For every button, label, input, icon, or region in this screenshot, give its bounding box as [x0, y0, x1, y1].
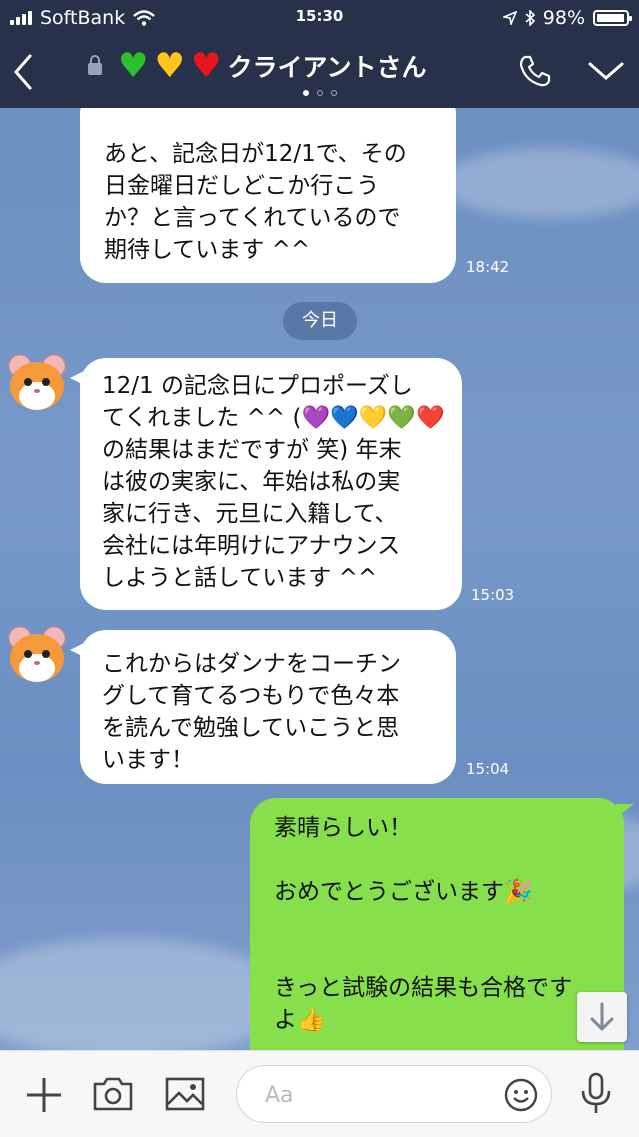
hamster-avatar-icon[interactable] — [6, 624, 68, 686]
contact-name: クライアントさん — [227, 53, 427, 82]
message-text: あと、記念日が12/1で、その 日金曜日だしどこか行こう か？と言ってくれている… — [104, 141, 407, 263]
chat-title[interactable]: ♥ ♥ ♥ クライアントさん — [88, 48, 426, 84]
plus-icon[interactable] — [24, 1075, 64, 1115]
mic-icon[interactable] — [578, 1071, 614, 1117]
battery-percent: 98% — [542, 7, 585, 29]
lock-icon — [88, 55, 102, 75]
background-cloud — [0, 938, 290, 1050]
input-bar — [0, 1050, 639, 1137]
date-separator: 今日 — [283, 302, 357, 340]
message-time: 18:42 — [466, 258, 510, 276]
chevron-left-icon[interactable] — [8, 50, 38, 94]
green-heart-icon: ♥ — [118, 46, 149, 86]
bluetooth-icon — [525, 10, 535, 26]
message-bubble-outgoing[interactable]: 素晴らしい！ おめでとうございます🎉 きっと試験の結果も合格です よ👍 — [250, 798, 634, 1050]
message-input[interactable] — [263, 1076, 497, 1114]
message-text: 12/1 の記念日にプロポーズし てくれました ^^ (💜💙💛💚❤️ の結果はま… — [102, 373, 445, 591]
smiley-icon[interactable] — [503, 1077, 539, 1113]
arrow-down-icon[interactable] — [577, 992, 627, 1042]
message-input-container[interactable] — [236, 1065, 552, 1123]
page-dot — [316, 90, 323, 96]
message-text: これからはダンナをコーチン グして育てるつもりで色々本 を読んで勉強していこうと… — [102, 651, 401, 773]
message-time: 15:03 — [471, 586, 515, 604]
location-icon — [502, 11, 517, 25]
hamster-avatar-icon[interactable] — [6, 352, 68, 414]
chat-area[interactable]: あと、記念日が12/1で、その 日金曜日だしどこか行こう か？と言ってくれている… — [0, 108, 639, 1050]
chat-header: ♥ ♥ ♥ クライアントさん — [0, 36, 639, 108]
message-text: 素晴らしい！ おめでとうございます🎉 きっと試験の結果も合格です よ👍 — [274, 815, 573, 1033]
red-heart-icon: ♥ — [190, 46, 222, 86]
message-bubble-incoming[interactable]: 12/1 の記念日にプロポーズし てくれました ^^ (💜💙💛💚❤️ の結果はま… — [70, 358, 462, 610]
bubble-tail — [70, 370, 86, 386]
message-time: 15:04 — [466, 760, 510, 778]
message-bubble-incoming[interactable]: これからはダンナをコーチン グして育てるつもりで色々本 を読んで勉強していこうと… — [70, 630, 456, 784]
page-dot — [330, 90, 337, 96]
bubble-tail — [70, 642, 86, 658]
bubble-tail — [616, 804, 634, 818]
image-icon[interactable] — [164, 1075, 206, 1113]
camera-icon[interactable] — [92, 1075, 134, 1113]
page-indicator — [0, 90, 639, 96]
chevron-down-icon[interactable] — [586, 56, 626, 86]
phone-icon[interactable] — [516, 52, 554, 90]
message-bubble-incoming[interactable]: あと、記念日が12/1で、その 日金曜日だしどこか行こう か？と言ってくれている… — [80, 108, 456, 283]
status-right: 98% — [502, 7, 632, 29]
page-dot — [302, 90, 309, 96]
status-bar: SoftBank 15:30 98% — [0, 0, 639, 36]
yellow-heart-icon: ♥ — [154, 46, 185, 86]
battery-icon — [593, 10, 632, 26]
background-cloud — [440, 148, 639, 218]
